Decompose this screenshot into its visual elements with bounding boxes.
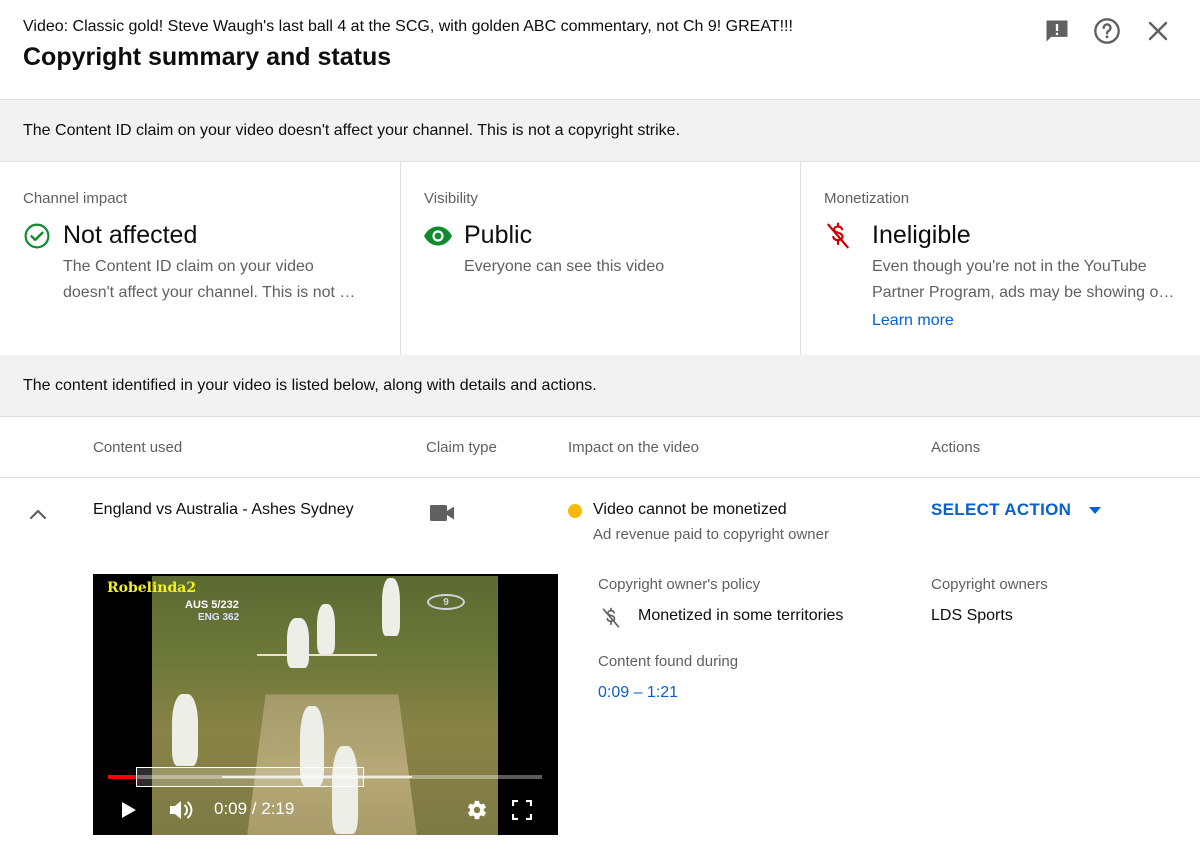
broadcaster-logo: 9 <box>427 594 465 610</box>
select-action-dropdown[interactable]: SELECT ACTION <box>931 500 1102 520</box>
copyright-owner-name: LDS Sports <box>931 607 1013 624</box>
card-description-line: Everyone can see this video <box>464 258 665 275</box>
fullscreen-icon <box>512 800 532 820</box>
no-money-icon <box>601 607 621 634</box>
chevron-up-icon <box>29 509 47 520</box>
card-label: Monetization <box>824 190 910 207</box>
fielder-figure <box>382 578 400 636</box>
learn-more-link[interactable]: Learn more <box>872 312 954 330</box>
check-circle-icon <box>23 222 51 250</box>
impact-title: Video cannot be monetized <box>593 501 787 518</box>
content-identified-banner: The content identified in your video is … <box>0 355 1200 417</box>
card-value: Not affected <box>63 221 198 249</box>
dialog-header: Video: Classic gold! Steve Waugh's last … <box>0 0 1200 100</box>
feedback-icon[interactable] <box>1042 16 1072 46</box>
card-description: The Content ID claim on your video doesn… <box>63 254 383 306</box>
no-money-icon <box>824 222 852 250</box>
non-striker-figure <box>172 694 198 766</box>
play-icon <box>122 802 136 818</box>
caret-down-icon <box>1089 506 1102 514</box>
policy-value: Monetized in some territories <box>638 607 844 624</box>
card-label: Channel impact <box>23 190 128 207</box>
card-description-line: Partner Program, ads may be showing o… <box>872 284 1175 301</box>
content-found-label: Content found during <box>598 653 739 670</box>
close-icon[interactable] <box>1143 16 1173 46</box>
impact-status-dot <box>568 504 582 518</box>
scoreboard-line: ENG 362 <box>198 612 240 623</box>
claims-table-header: Content used Claim type Impact on the vi… <box>0 417 1200 478</box>
settings-button[interactable] <box>465 798 489 822</box>
card-value: Public <box>464 221 533 249</box>
help-icon[interactable] <box>1092 16 1122 46</box>
content-found-timestamp-link[interactable]: 0:09 – 1:21 <box>598 684 678 702</box>
card-value: Ineligible <box>872 221 971 249</box>
card-description-line: Even though you're not in the YouTube <box>872 258 1147 275</box>
volume-icon <box>170 801 193 819</box>
bowler-figure <box>332 746 358 834</box>
card-description: Even though you're not in the YouTube Pa… <box>872 254 1192 306</box>
card-label: Visibility <box>424 190 478 207</box>
column-header-content-used: Content used <box>93 439 183 456</box>
card-description-line: The Content ID claim on your video <box>63 258 314 275</box>
impact-subtitle: Ad revenue paid to copyright owner <box>593 526 829 543</box>
claimed-content-title: England vs Australia - Ashes Sydney <box>93 501 354 518</box>
play-button[interactable] <box>119 800 139 820</box>
status-cards: Channel impact Not affected The Content … <box>0 162 1200 355</box>
progress-played <box>108 775 137 779</box>
column-header-impact: Impact on the video <box>568 439 699 456</box>
dialog-title: Copyright summary and status <box>23 43 392 71</box>
channel-impact-card: Channel impact Not affected The Content … <box>0 162 400 355</box>
claim-segment-highlight <box>136 767 365 787</box>
video-title: Video: Classic gold! Steve Waugh's last … <box>23 18 793 35</box>
not-a-strike-banner: The Content ID claim on your video doesn… <box>0 100 1200 162</box>
gear-icon <box>468 800 486 820</box>
collapse-row-button[interactable] <box>26 502 50 526</box>
visibility-card: Visibility Public Everyone can see this … <box>400 162 800 355</box>
volume-button[interactable] <box>168 798 196 822</box>
column-header-claim-type: Claim type <box>426 439 497 456</box>
policy-label: Copyright owner's policy <box>598 576 761 593</box>
batsman-figure <box>287 618 309 668</box>
column-header-actions: Actions <box>931 439 981 456</box>
select-action-label: SELECT ACTION <box>931 500 1072 519</box>
keeper-figure <box>317 604 335 654</box>
playback-time: 0:09 / 2:19 <box>214 799 295 818</box>
card-description: Everyone can see this video <box>464 254 784 280</box>
video-player[interactable]: Robelinda2 AUS 5/232 ENG 362 9 0:09 / 2:… <box>93 574 558 835</box>
scoreboard-line: AUS 5/232 <box>185 599 239 611</box>
crease-line <box>257 654 377 656</box>
monetization-card: Monetization Ineligible Even though you'… <box>800 162 1200 355</box>
video-camera-icon <box>429 503 455 528</box>
copyright-owners-label: Copyright owners <box>931 576 1048 593</box>
fullscreen-button[interactable] <box>510 798 534 822</box>
eye-icon <box>423 222 453 250</box>
card-description-line: doesn't affect your channel. This is not… <box>63 284 356 301</box>
channel-watermark: Robelinda2 <box>107 580 197 596</box>
